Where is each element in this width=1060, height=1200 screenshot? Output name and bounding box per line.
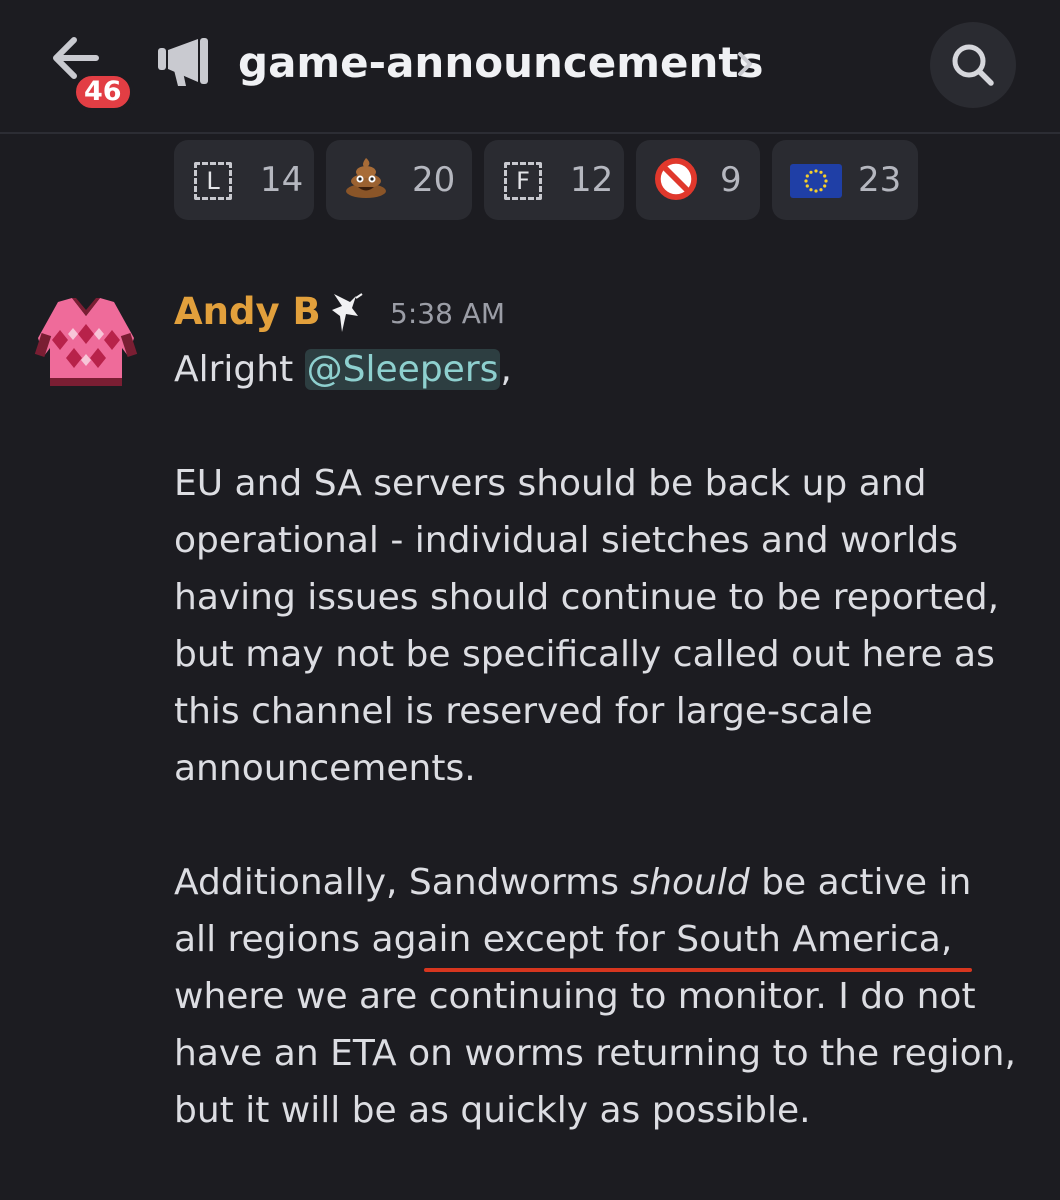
reaction-eu-flag[interactable]: 23: [772, 140, 918, 220]
message-line: Additionally, Sandworms should be active…: [174, 862, 972, 903]
reaction-no-entry[interactable]: 9: [636, 140, 760, 220]
emphasis-text: should: [630, 862, 750, 903]
message-line: but it will be as quickly as possible.: [174, 1090, 811, 1131]
letter-l-emoji: L: [194, 160, 238, 202]
channel-header: 46 game-announcements: [0, 0, 1060, 134]
message-line: EU and SA servers should be back up and: [174, 463, 927, 504]
pile-of-poo-icon: [346, 158, 386, 198]
message-line: all regions again except for South Ameri…: [174, 919, 953, 960]
chevron-right-icon[interactable]: [734, 46, 758, 82]
red-underline-annotation: [424, 968, 972, 972]
reaction-l[interactable]: L 14: [174, 140, 314, 220]
search-button[interactable]: [930, 22, 1016, 108]
greeting-punctuation: ,: [500, 349, 512, 390]
reaction-count: 14: [260, 160, 304, 200]
role-mention[interactable]: @Sleepers: [304, 349, 501, 390]
search-icon: [952, 44, 994, 86]
author-avatar[interactable]: [30, 294, 142, 394]
channel-title[interactable]: game-announcements: [238, 36, 764, 90]
megaphone-icon: [158, 38, 208, 86]
author-name[interactable]: Andy B: [174, 288, 321, 336]
message-line: Alright @Sleepers,: [174, 341, 1034, 398]
letter-f-emoji: F: [504, 160, 548, 202]
eu-flag-icon: [790, 164, 842, 198]
message-line: but may not be specifically called out h…: [174, 634, 995, 675]
unread-count-badge: 46: [72, 72, 134, 112]
message-content: Alright @Sleepers, EU and SA servers sho…: [174, 341, 1034, 1139]
message-line: operational - individual sietches and wo…: [174, 520, 958, 561]
message-line: have an ETA on worms returning to the re…: [174, 1033, 1016, 1074]
message-line: having issues should continue to be repo…: [174, 577, 1000, 618]
message-line: announcements.: [174, 748, 476, 789]
reaction-count: 9: [720, 160, 742, 200]
message-timestamp: 5:38 AM: [390, 297, 506, 330]
no-entry-sign-icon: [655, 158, 697, 200]
reaction-count: 12: [570, 160, 614, 200]
reaction-poo[interactable]: 20: [326, 140, 472, 220]
role-icon: [332, 293, 363, 332]
message-line: this channel is reserved for large-scale: [174, 691, 873, 732]
reaction-count: 20: [412, 160, 456, 200]
greeting-text: Alright: [174, 349, 305, 390]
reaction-count: 23: [858, 160, 902, 200]
reaction-f[interactable]: F 12: [484, 140, 624, 220]
message-line: where we are continuing to monitor. I do…: [174, 976, 976, 1017]
